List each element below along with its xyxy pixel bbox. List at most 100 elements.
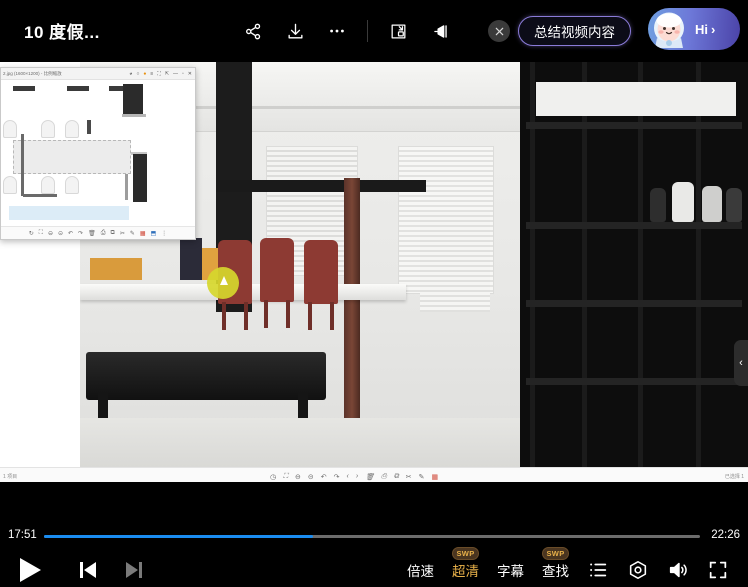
photo-bench [86, 352, 326, 400]
viewer-user-icon[interactable]: ◕ [128, 71, 133, 77]
floorplan-table [13, 140, 131, 174]
photos-tool-fit-icon[interactable]: ⛶ [283, 473, 288, 481]
top-bar: 10 度假... [0, 0, 748, 62]
viewer-tool-zoom-out-icon[interactable]: ⊖ [48, 230, 53, 237]
viewer-tool-apps-icon[interactable]: ▦ [140, 230, 146, 237]
settings-icon[interactable] [618, 550, 658, 587]
toolbar-divider [367, 20, 368, 42]
photos-tool-crop-icon[interactable]: ✂ [406, 473, 412, 481]
photos-tool-clock-icon[interactable]: ◷ [270, 473, 276, 481]
current-time: 17:51 [8, 529, 48, 541]
photos-tool-redo-icon[interactable]: ↷ [334, 473, 340, 481]
viewer-tool-delete-icon[interactable]: 🗑 [88, 230, 96, 237]
speed-button-label: 倍速 [407, 564, 434, 579]
viewer-title-text: 2.jpg (1600×1200) - 比例缩放 [3, 71, 126, 77]
progress-bar-fill [44, 535, 313, 538]
viewer-minimize-icon[interactable]: — [172, 71, 179, 77]
floorplan-selection [9, 206, 129, 220]
subtitle-button[interactable]: 字幕 [488, 560, 533, 580]
progress-bar[interactable] [44, 535, 700, 538]
photo-red-chair-2 [260, 238, 294, 302]
page-title: 10 度假... [24, 18, 100, 43]
photo-dark-chair [180, 238, 202, 280]
button-row: 倍速 SWP 超清 字幕 SWP 查找 [0, 548, 748, 587]
viewer-tool-save-icon[interactable]: ⬒ [151, 230, 157, 237]
progress-row: 17:51 22:26 [0, 524, 748, 546]
more-icon[interactable] [316, 14, 358, 48]
viewer-tool-print-icon[interactable]: ⎙ [101, 230, 106, 237]
photos-tool-apps-icon[interactable]: ▦ [431, 473, 438, 481]
avatar-greeting: Hi › [695, 22, 715, 37]
viewer-highlight-icon[interactable]: ● [142, 71, 147, 77]
recorded-desktop: 2.jpg (1600×1200) - 比例缩放 ◕ ○ ● ≡ ⛶ ⇱ — ▫… [0, 62, 748, 482]
photos-toolbar-icons: ◷ ⛶ ⊖ ⊝ ↶ ↷ ‹ › 🗑 ⎙ ⧉ ✂ ✎ ▦ [270, 473, 438, 481]
search-button[interactable]: SWP 查找 [533, 560, 578, 580]
close-icon[interactable] [488, 20, 510, 42]
playlist-icon[interactable] [578, 550, 618, 587]
share-icon[interactable] [232, 14, 274, 48]
picture-in-picture-icon[interactable] [377, 14, 419, 48]
video-surface[interactable]: 2.jpg (1600×1200) - 比例缩放 ◕ ○ ● ≡ ⛶ ⇱ — ▫… [0, 62, 748, 510]
avatar[interactable]: Hi › [648, 8, 740, 50]
photos-tool-next-icon[interactable]: › [356, 473, 358, 480]
viewer-tool-crop-icon[interactable]: ✂ [120, 230, 125, 237]
volume-icon[interactable] [658, 550, 698, 587]
quality-button-label: 超清 [452, 564, 479, 579]
photo-orange-accent [90, 258, 142, 280]
quality-swp-badge: SWP [452, 547, 480, 560]
viewer-tool-undo-icon[interactable]: ↶ [68, 230, 73, 237]
photos-app-toolbar: 1 项目 ◷ ⛶ ⊖ ⊝ ↶ ↷ ‹ › 🗑 ⎙ ⧉ ✂ ✎ ▦ [0, 467, 748, 482]
cast-icon[interactable] [419, 14, 461, 48]
controls-right-group: 倍速 SWP 超清 字幕 SWP 查找 [398, 550, 738, 587]
viewer-tool-fit-icon[interactable]: ⛶ [39, 230, 43, 237]
fullscreen-icon[interactable] [698, 550, 738, 587]
photos-tool-delete-icon[interactable]: 🗑 [365, 473, 374, 481]
viewer-tool-rotate-icon[interactable]: ↻ [29, 230, 34, 237]
image-viewer-window[interactable]: 2.jpg (1600×1200) - 比例缩放 ◕ ○ ● ≡ ⛶ ⇱ — ▫… [0, 67, 196, 240]
photos-tool-edit-icon[interactable]: ✎ [419, 473, 425, 481]
video-player-app: 10 度假... [0, 0, 748, 587]
astronaut-avatar-icon [648, 8, 691, 50]
viewer-tool-redo-icon[interactable]: ↷ [78, 230, 83, 237]
side-drawer-toggle[interactable]: ‹ [734, 340, 748, 386]
photos-tool-copy-icon[interactable]: ⧉ [394, 473, 399, 481]
photos-tool-zoom-out-icon[interactable]: ⊖ [295, 473, 301, 481]
search-swp-badge: SWP [542, 547, 570, 560]
play-button[interactable] [16, 555, 44, 585]
floorplan-canvas[interactable] [1, 80, 195, 228]
chevron-right-icon: › [711, 22, 715, 37]
top-bar-icon-group [232, 14, 461, 48]
viewer-title-bar[interactable]: 2.jpg (1600×1200) - 比例缩放 ◕ ○ ● ≡ ⛶ ⇱ — ▫… [1, 68, 195, 80]
photos-status-left: 1 项目 [3, 473, 17, 480]
subtitle-button-label: 字幕 [497, 564, 524, 579]
speed-button[interactable]: 倍速 [398, 560, 443, 580]
viewer-tool-edit-icon[interactable]: ✎ [130, 230, 135, 237]
player-controls: 17:51 22:26 [0, 510, 748, 587]
photos-status-right: 已选择 1 [725, 473, 744, 480]
photos-tool-print-icon[interactable]: ⎙ [381, 473, 387, 481]
viewer-tool-copy-icon[interactable]: ⧉ [111, 230, 115, 237]
photo-window-blinds-3 [420, 212, 490, 312]
photos-tool-prev-icon[interactable]: ‹ [347, 473, 349, 480]
photos-tool-undo-icon[interactable]: ↶ [321, 473, 327, 481]
quality-button[interactable]: SWP 超清 [443, 560, 488, 580]
download-icon[interactable] [274, 14, 316, 48]
previous-button[interactable] [78, 559, 98, 581]
viewer-circle-icon[interactable]: ○ [135, 71, 140, 77]
summarize-video-button[interactable]: 总结视频内容 [518, 16, 631, 46]
viewer-menu-icon[interactable]: ≡ [149, 71, 154, 77]
photo-red-chair-3 [304, 240, 338, 304]
viewer-expand-icon[interactable]: ⛶ [156, 71, 162, 77]
photos-tool-zoom-in-icon[interactable]: ⊝ [308, 473, 314, 481]
viewer-toolbar: ↻ ⛶ ⊖ ⊝ ↶ ↷ 🗑 ⎙ ⧉ ✂ ✎ ▦ ⬒ ⋮ [1, 226, 195, 239]
next-button[interactable] [124, 559, 144, 581]
viewer-tool-more-icon[interactable]: ⋮ [161, 230, 167, 237]
viewer-close-icon[interactable]: ✕ [187, 71, 193, 77]
mouse-cursor-icon [220, 276, 228, 285]
viewer-maximize-icon[interactable]: ▫ [181, 71, 185, 77]
duration: 22:26 [711, 529, 740, 541]
viewer-pin-icon[interactable]: ⇱ [164, 71, 170, 77]
photo-shelving [520, 62, 748, 467]
viewer-tool-zoom-in-icon[interactable]: ⊝ [58, 230, 63, 237]
avatar-greeting-text: Hi [695, 22, 708, 37]
